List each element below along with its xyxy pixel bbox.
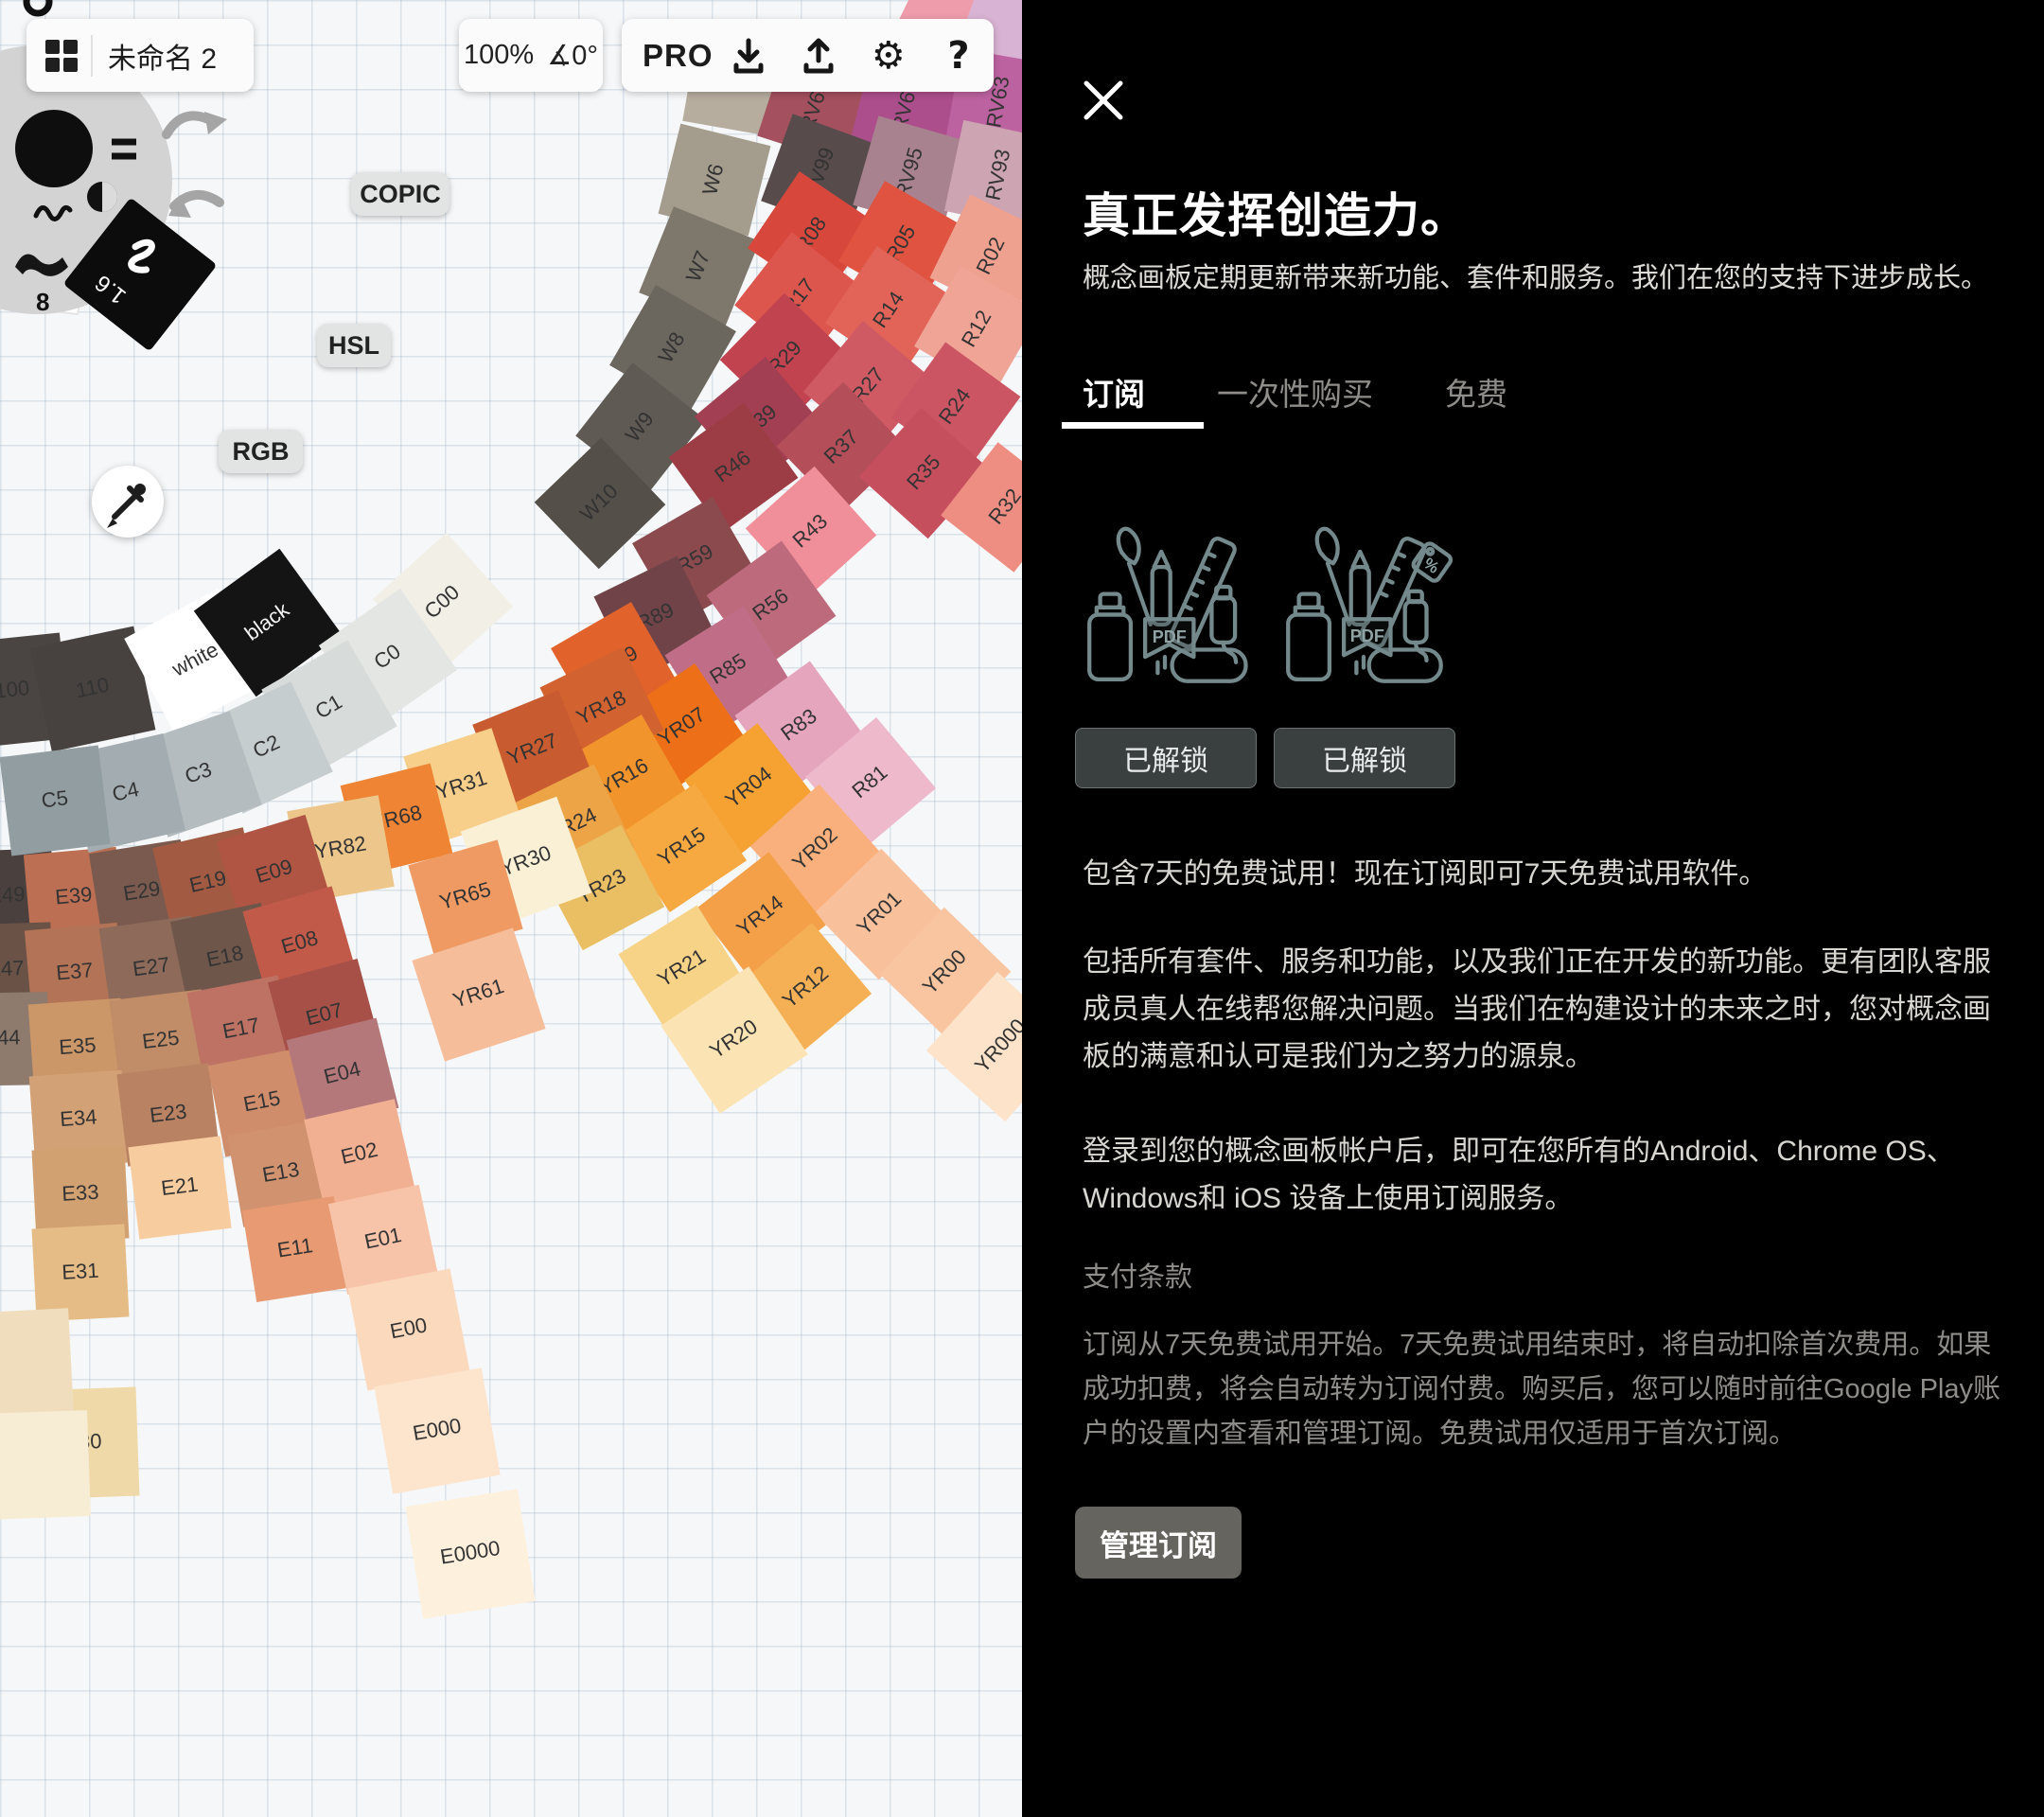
divider: [91, 35, 93, 77]
help-icon[interactable]: ?: [924, 19, 994, 92]
redo-arrowhead: [204, 112, 227, 134]
payment-terms-title: 支付条款: [1083, 1255, 1192, 1295]
support-paragraph: 包括所有套件、服务和功能，以及我们正在开发的新功能。更有团队客服成员真人在线帮您…: [1083, 939, 2015, 1081]
eyedropper-icon: [92, 466, 164, 538]
close-button[interactable]: [1079, 76, 1128, 125]
pro-button[interactable]: PRO: [643, 38, 714, 74]
art-supplies-illustration: PDF: [1075, 511, 1255, 698]
zoom-rotation-chip[interactable]: 100% ∡0°: [459, 19, 603, 92]
copic-swatch-partial[interactable]: [0, 1308, 74, 1418]
subscription-panel: 真正发挥创造力。 概念画板定期更新带来新功能、套件和服务。我们在您的支持下进步成…: [1022, 0, 2044, 1817]
panel-subtitle: 概念画板定期更新带来新功能、套件和服务。我们在您的支持下进步成长。: [1083, 257, 1991, 299]
app-root: W6W7W8W9W10RV69RV66RV63RV99RV95RV93R08R0…: [0, 0, 2044, 1817]
copic-mode-chip[interactable]: COPIC: [351, 172, 449, 216]
copic-swatch-partial[interactable]: [0, 1410, 91, 1520]
copic-swatch-E31[interactable]: E31: [32, 1225, 130, 1322]
hanger-ring-icon: [26, 0, 49, 13]
swatch-label: E21: [160, 1173, 200, 1201]
eyedropper-button[interactable]: [92, 466, 164, 538]
copic-swatch-E000[interactable]: E000: [374, 1367, 500, 1493]
smoothing-value: 8: [36, 288, 49, 316]
document-title-chip[interactable]: 未命名 2: [26, 19, 254, 92]
manage-subscription-button[interactable]: 管理订阅: [1075, 1507, 1242, 1579]
swatch-label: E34: [59, 1104, 97, 1131]
pack-card: PDF 已解锁: [1075, 511, 1255, 788]
plan-tabs: 订阅 一次性购买 免费: [1083, 369, 1507, 415]
swatch-label: E49: [0, 882, 26, 907]
tab-free[interactable]: 免费: [1445, 369, 1507, 415]
swatch-label: E35: [58, 1032, 97, 1059]
swatch-label: E44: [0, 1025, 21, 1050]
contrast-icon: [87, 182, 117, 212]
swatch-label: E23: [149, 1100, 188, 1128]
settings-gear-icon[interactable]: ⚙: [854, 19, 924, 92]
gallery-grid-icon[interactable]: [45, 40, 78, 72]
main-toolbar: PRO ⚙ ?: [622, 19, 994, 92]
swatch-label: E39: [54, 882, 93, 908]
copic-swatch-E0000[interactable]: E0000: [405, 1489, 535, 1618]
swatch-label: C5: [40, 785, 69, 812]
art-supplies-discount-illustration: PDF %: [1274, 511, 1454, 698]
tab-subscribe[interactable]: 订阅: [1083, 369, 1145, 415]
swatch-label: 100: [0, 676, 30, 703]
pack-card-discount: PDF % 已解锁: [1274, 511, 1454, 788]
payment-terms-body: 订阅从7天免费试用开始。7天免费试用结束时，将自动扣除首次费用。如果成功扣费，将…: [1083, 1323, 2005, 1456]
pdf-badge: PDF: [1350, 626, 1384, 645]
swatch-label: E47: [0, 956, 25, 980]
color-puck[interactable]: [15, 110, 93, 187]
pdf-badge: PDF: [1153, 627, 1187, 646]
rgb-mode-chip[interactable]: RGB: [219, 430, 303, 473]
redo-arrow-icon[interactable]: [167, 115, 208, 134]
swatch-label: E25: [141, 1026, 181, 1054]
zoom-level: 100%: [464, 40, 534, 71]
export-icon: [798, 35, 839, 77]
swatch-label: E33: [62, 1180, 99, 1206]
rotation-angle: ∡0°: [547, 39, 598, 72]
swatch-label: E31: [62, 1259, 99, 1284]
active-tab-underline: [1062, 422, 1204, 429]
import-icon: [728, 35, 769, 77]
trial-text: 包含7天的免费试用！现在订阅即可7天免费试用软件。: [1083, 850, 2010, 891]
panel-title: 真正发挥创造力。: [1083, 178, 1469, 246]
unlocked-button[interactable]: 已解锁: [1075, 728, 1257, 788]
swatch-label: E37: [55, 958, 94, 984]
import-button[interactable]: [714, 19, 784, 92]
drawing-canvas[interactable]: W6W7W8W9W10RV69RV66RV63RV99RV95RV93R08R0…: [0, 0, 1022, 1817]
copic-swatch-C5[interactable]: C5: [0, 745, 111, 856]
hsl-mode-chip[interactable]: HSL: [317, 324, 391, 367]
unlocked-button[interactable]: 已解锁: [1274, 728, 1455, 788]
copic-swatch-E21[interactable]: E21: [128, 1136, 231, 1239]
devices-paragraph: 登录到您的概念画板帐户后，即可在您所有的Android、Chrome OS、Wi…: [1083, 1128, 2015, 1223]
copic-swatch-E00[interactable]: E00: [348, 1269, 470, 1391]
export-button[interactable]: [784, 19, 854, 92]
tab-one-time-purchase[interactable]: 一次性购买: [1217, 369, 1373, 415]
document-title: 未命名 2: [108, 35, 217, 77]
